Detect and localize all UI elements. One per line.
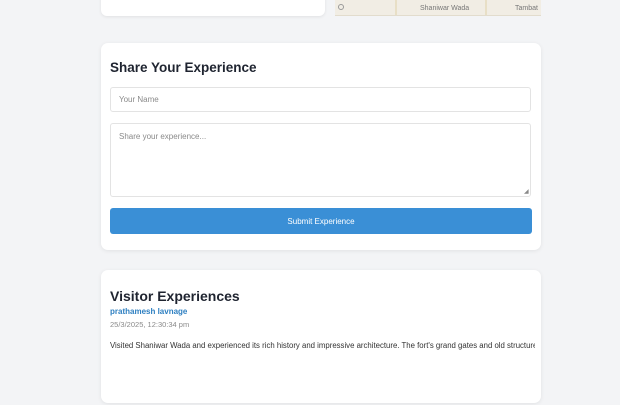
page: Shaniwar Wada Tambat Share Your Experien… (0, 0, 620, 405)
map-preview[interactable]: Shaniwar Wada Tambat (335, 0, 541, 16)
map-pin-icon (338, 4, 344, 10)
previous-card (101, 0, 325, 16)
map-road (395, 0, 397, 15)
submit-experience-button[interactable]: Submit Experience (110, 208, 532, 234)
map-label: Shaniwar Wada (420, 5, 470, 12)
entry-date: 25/3/2025, 12:30:34 pm (110, 320, 190, 329)
entry-text: Visited Shaniwar Wada and experienced it… (110, 341, 535, 350)
entry-author: prathamesh lavnage (110, 307, 188, 316)
map-road (485, 0, 487, 15)
experience-textarea[interactable] (110, 123, 531, 197)
visitor-experiences-card: Visitor Experiences prathamesh lavnage 2… (101, 270, 541, 403)
resize-handle-icon[interactable]: ◢ (524, 189, 529, 195)
visitor-title: Visitor Experiences (110, 288, 240, 304)
map-label: Tambat (515, 5, 538, 12)
share-experience-card: Share Your Experience ◢ Submit Experienc… (101, 43, 541, 250)
name-input[interactable] (110, 87, 531, 112)
share-title: Share Your Experience (110, 60, 257, 75)
